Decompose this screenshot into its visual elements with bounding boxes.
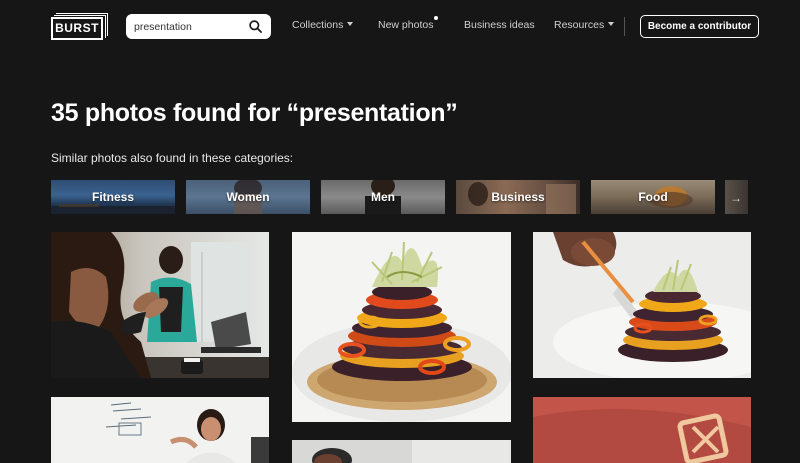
category-men[interactable]: Men bbox=[321, 180, 445, 214]
become-contributor-button[interactable]: Become a contributor bbox=[640, 15, 759, 38]
category-women[interactable]: Women bbox=[186, 180, 310, 214]
photo-person-partial bbox=[292, 440, 511, 463]
photo-vegetable-stack bbox=[292, 232, 511, 422]
chevron-down-icon bbox=[347, 22, 354, 27]
chevron-down-icon bbox=[608, 22, 615, 27]
new-indicator-dot bbox=[434, 16, 439, 20]
category-label: Fitness bbox=[91, 190, 134, 204]
photo-result-2[interactable] bbox=[292, 232, 511, 422]
category-label: Men bbox=[371, 190, 395, 204]
nav-resources[interactable]: Resources bbox=[554, 19, 615, 31]
logo-text: BURST bbox=[51, 17, 103, 40]
category-next-button[interactable]: → bbox=[725, 180, 748, 214]
photo-red-cap bbox=[533, 397, 751, 463]
photo-result-6[interactable] bbox=[533, 397, 751, 463]
photo-result-1[interactable] bbox=[51, 232, 269, 378]
nav-divider bbox=[624, 17, 625, 36]
similar-categories-text: Similar photos also found in these categ… bbox=[51, 151, 294, 165]
category-fitness[interactable]: Fitness bbox=[51, 180, 175, 214]
category-label: Business bbox=[491, 190, 545, 204]
nav-resources-label: Resources bbox=[554, 19, 605, 31]
nav-business-ideas-label: Business ideas bbox=[464, 19, 535, 31]
site-header: BURST Collections New photos Business id… bbox=[0, 0, 800, 54]
photo-result-3[interactable] bbox=[533, 232, 751, 378]
nav-collections-label: Collections bbox=[292, 19, 344, 31]
photo-whiteboard-presentation bbox=[51, 397, 269, 463]
arrow-right-icon: → bbox=[730, 191, 742, 205]
nav-business-ideas[interactable]: Business ideas bbox=[464, 19, 535, 31]
category-carousel: Fitness Women Men Business Food → bbox=[51, 180, 748, 214]
search-box[interactable] bbox=[126, 14, 271, 39]
photo-fork-food bbox=[533, 232, 751, 378]
photo-women-clapping bbox=[51, 232, 269, 378]
search-icon[interactable] bbox=[249, 20, 262, 33]
nav-collections[interactable]: Collections bbox=[292, 19, 354, 31]
search-input[interactable] bbox=[134, 18, 242, 35]
category-business[interactable]: Business bbox=[456, 180, 580, 214]
category-food[interactable]: Food bbox=[591, 180, 715, 214]
category-label: Women bbox=[226, 190, 270, 204]
photo-result-4[interactable] bbox=[51, 397, 269, 463]
burst-logo[interactable]: BURST bbox=[51, 13, 108, 40]
category-label: Food bbox=[638, 190, 668, 204]
nav-new-photos-label: New photos bbox=[378, 19, 434, 31]
nav-new-photos[interactable]: New photos bbox=[378, 16, 439, 31]
photo-result-5[interactable] bbox=[292, 440, 511, 463]
results-title: 35 photos found for “presentation” bbox=[51, 99, 458, 127]
